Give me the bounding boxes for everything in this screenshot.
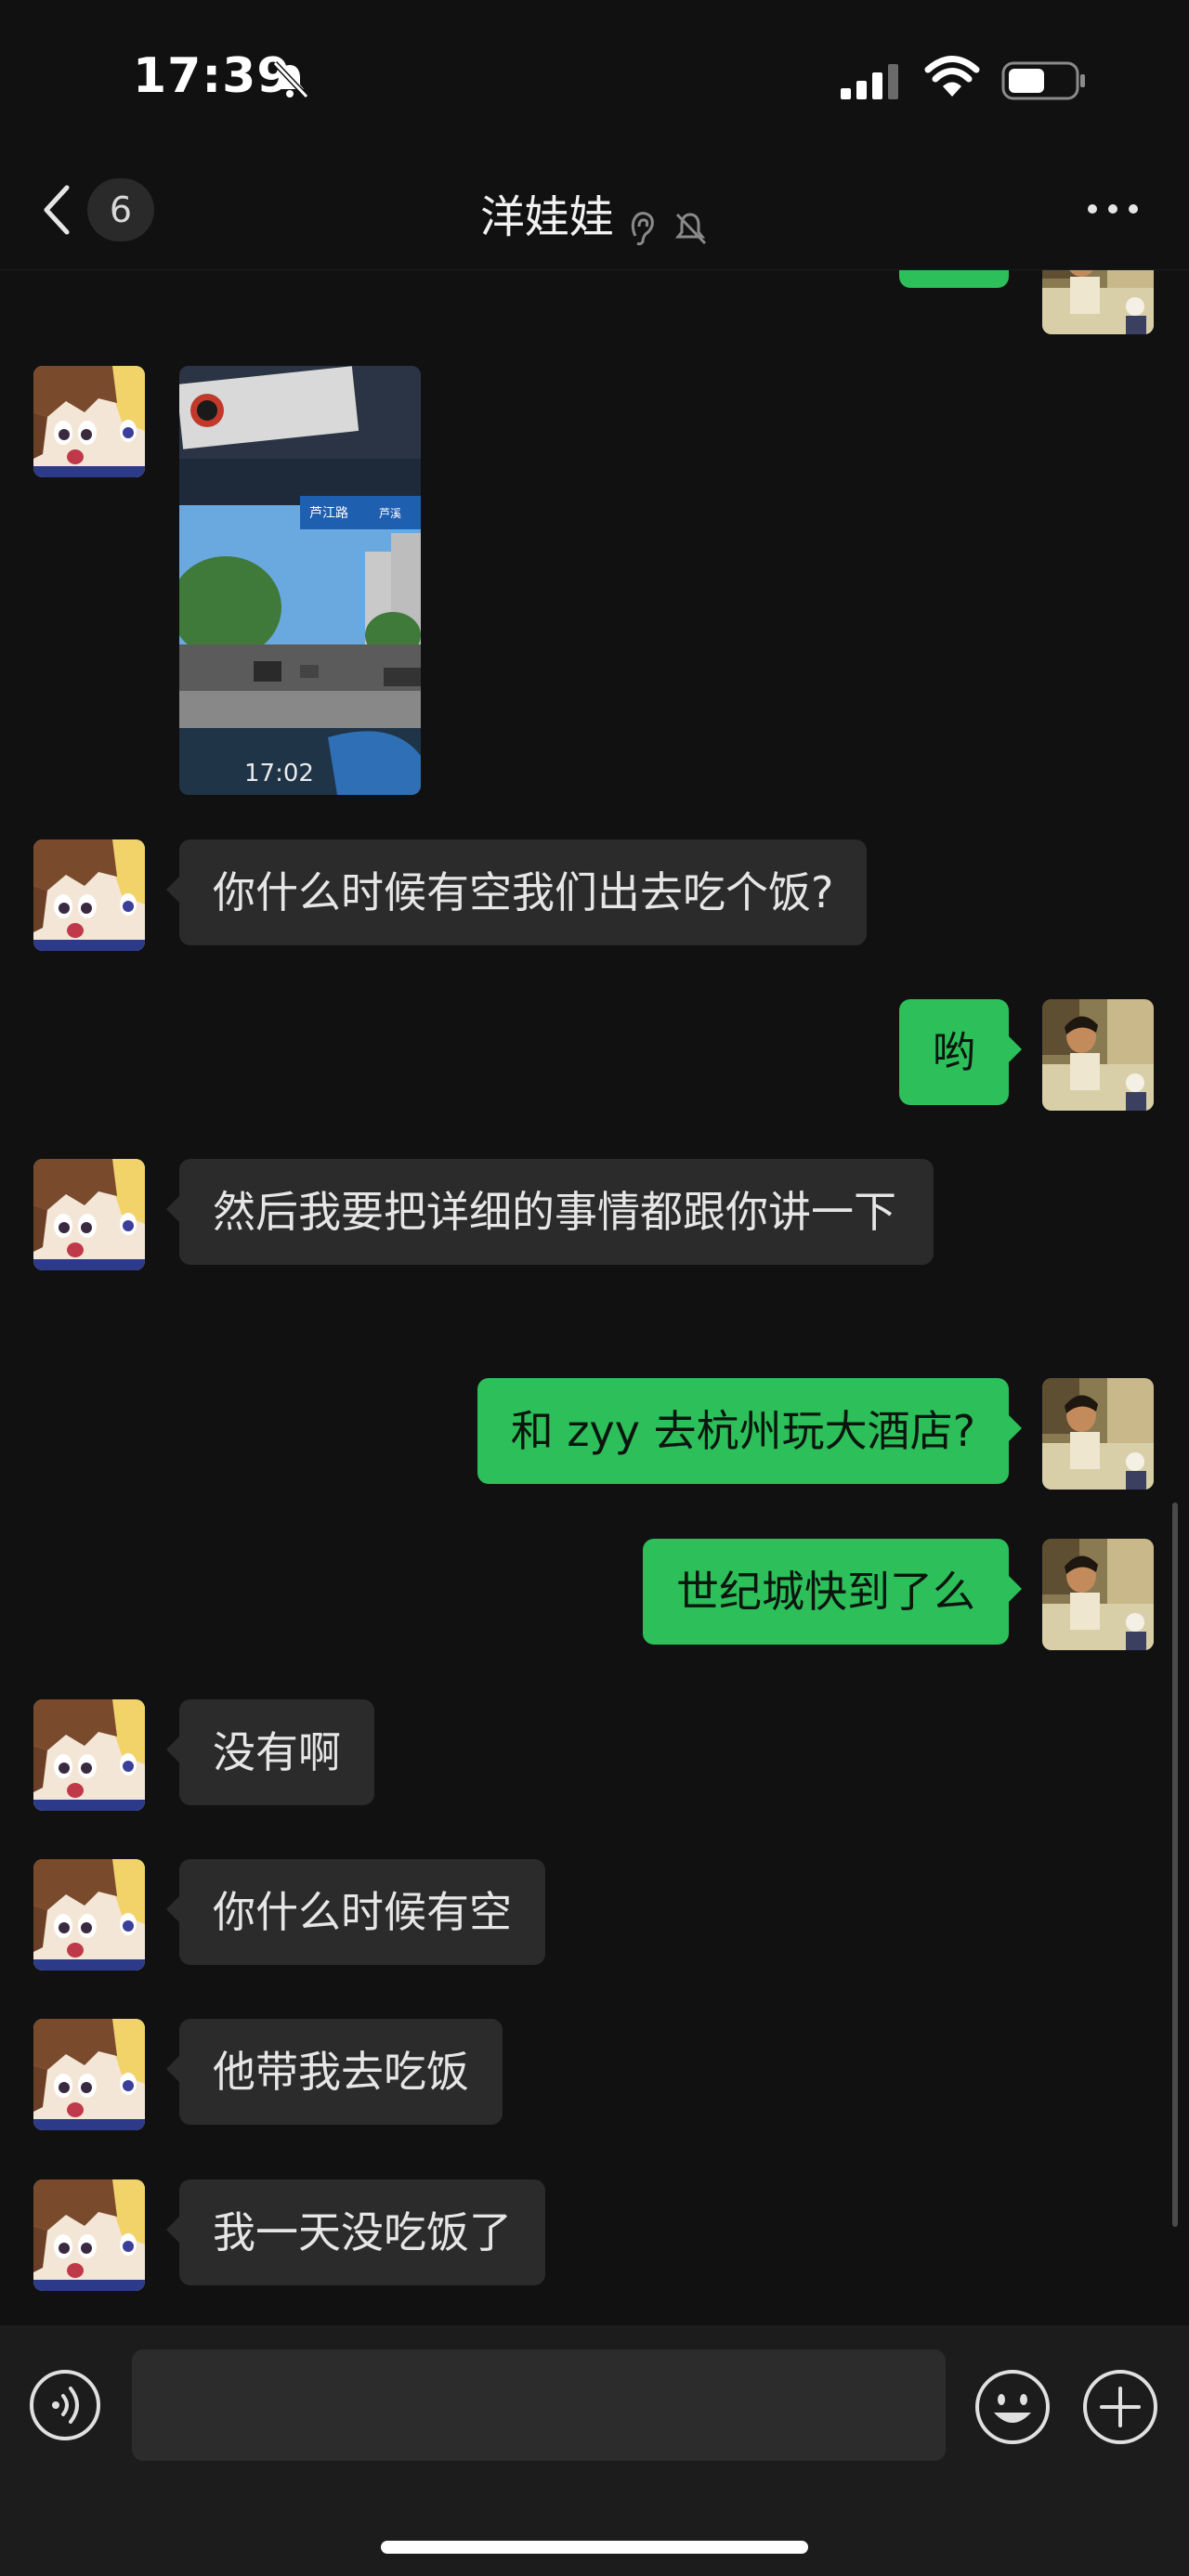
bell-muted-icon <box>272 60 309 99</box>
chat-title-container: 洋娃娃 <box>0 180 1189 247</box>
bell-off-icon <box>674 212 707 244</box>
emoji-icon[interactable] <box>973 2368 1052 2446</box>
ear-icon <box>631 211 654 245</box>
image-message[interactable]: 芦江路 芦溪 17:02 <box>179 366 421 795</box>
voice-icon[interactable] <box>28 2368 102 2442</box>
contact-avatar[interactable] <box>33 2179 145 2291</box>
image-timestamp: 17:02 <box>244 760 314 787</box>
contact-avatar[interactable] <box>33 366 145 477</box>
wifi-icon <box>924 56 980 97</box>
message-bubble-in[interactable]: 然后我要把详细的事情都跟你讲一下 <box>166 1159 934 1265</box>
my-avatar[interactable] <box>1042 1539 1154 1650</box>
message-bubble-in[interactable]: 他带我去吃饭 <box>166 2019 503 2125</box>
sign-text-left: 芦江路 <box>309 506 348 521</box>
more-horizontal-icon[interactable] <box>1085 195 1141 223</box>
home-indicator[interactable] <box>381 2541 808 2554</box>
message-bubble-in[interactable]: 没有啊 <box>166 1699 374 1805</box>
signal-icon <box>841 64 898 99</box>
message-bubble-out[interactable]: 哟 <box>899 999 1022 1105</box>
road-photo: 芦江路 芦溪 <box>179 366 421 795</box>
contact-avatar[interactable] <box>33 1159 145 1270</box>
message-bubble-in[interactable]: 你什么时候有空我们出去吃个饭? <box>165 839 868 945</box>
message-bubble-out[interactable]: 和 zyy 去杭州玩大酒店? <box>477 1378 1023 1484</box>
message-bubble-out[interactable]: 我 <box>899 269 1009 288</box>
message-input[interactable] <box>132 2349 946 2461</box>
battery-icon <box>1001 61 1085 100</box>
sign-text-right: 芦溪 <box>379 507 401 520</box>
status-time: 17:39 <box>133 48 292 104</box>
input-bar <box>0 2325 1189 2576</box>
message-bubble-out[interactable]: 世纪城快到了么 <box>643 1539 1022 1645</box>
contact-avatar[interactable] <box>33 1859 145 1971</box>
contact-avatar[interactable] <box>33 2019 145 2130</box>
scrollbar[interactable] <box>1172 1503 1178 2227</box>
my-avatar[interactable] <box>1042 1378 1154 1490</box>
my-avatar[interactable] <box>1042 999 1154 1111</box>
message-list[interactable]: 我 芦江路 芦溪 17:02 你什么时候有空我们出去 <box>0 269 1189 2325</box>
contact-avatar[interactable] <box>33 839 145 951</box>
my-avatar[interactable] <box>1042 269 1154 334</box>
message-bubble-in[interactable]: 我一天没吃饭了 <box>166 2179 545 2285</box>
plus-circle-icon[interactable] <box>1081 2368 1159 2446</box>
message-bubble-in[interactable]: 你什么时候有空 <box>166 1859 545 1965</box>
contact-avatar[interactable] <box>33 1699 145 1811</box>
chat-header: 6 洋娃娃 <box>0 149 1189 270</box>
chat-title[interactable]: 洋娃娃 <box>480 191 614 243</box>
status-bar: 17:39 <box>0 0 1189 149</box>
